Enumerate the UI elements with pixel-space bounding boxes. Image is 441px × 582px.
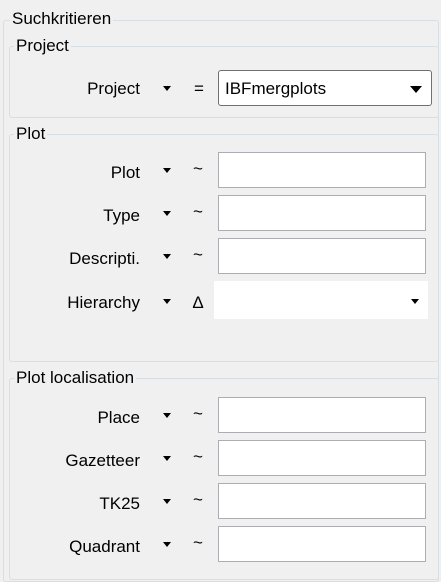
hierarchy-operator: Δ [192, 293, 204, 312]
tk25-input[interactable] [218, 483, 426, 519]
localisation-rows: Place ~ Gazetteer ~ TK25 ~ Quadrant ~ [0, 395, 441, 573]
tk25-operator-dropdown[interactable] [154, 483, 180, 519]
plot-label: Plot [110, 163, 140, 182]
place-input[interactable] [218, 397, 426, 433]
description-operator-dropdown[interactable] [154, 238, 180, 274]
type-row: Type ~ [0, 193, 441, 231]
tk25-operator: ~ [193, 490, 203, 509]
hierarchy-combobox[interactable] [214, 281, 428, 319]
chevron-down-icon [163, 299, 171, 304]
description-row: Descripti. ~ [0, 236, 441, 274]
quadrant-operator-dropdown[interactable] [154, 526, 180, 562]
chevron-down-icon [163, 499, 171, 504]
plot-group-legend: Plot [14, 124, 48, 144]
plot-input[interactable] [218, 152, 426, 188]
plot-rows: Plot ~ Type ~ Descripti. ~ Hierarchy Δ [0, 150, 441, 330]
plot-operator: ~ [193, 159, 203, 178]
search-criteria-title: Suchkritieren [10, 8, 114, 30]
project-select[interactable]: IBFmergplots [218, 70, 432, 106]
type-label-cell: Type [0, 193, 140, 231]
project-label: Project [87, 79, 140, 98]
project-row: Project = IBFmergplots [0, 68, 441, 108]
plot-label-cell: Plot [0, 150, 140, 188]
hierarchy-row: Hierarchy Δ [0, 279, 441, 319]
place-row: Place ~ [0, 395, 441, 433]
project-select-value: IBFmergplots [225, 79, 327, 98]
place-operator-dropdown[interactable] [154, 397, 180, 433]
quadrant-input[interactable] [218, 526, 426, 562]
gazetteer-label-cell: Gazetteer [0, 438, 140, 476]
chevron-down-icon [163, 254, 171, 259]
quadrant-operator: ~ [193, 533, 203, 552]
chevron-down-icon [163, 456, 171, 461]
project-group-legend: Project [14, 36, 71, 56]
description-label: Descripti. [69, 249, 140, 268]
tk25-label: TK25 [99, 494, 140, 513]
description-label-cell: Descripti. [0, 236, 140, 274]
description-operator: ~ [193, 245, 203, 264]
plot-row: Plot ~ [0, 150, 441, 188]
plot-localisation-legend: Plot localisation [14, 368, 137, 388]
hierarchy-label-cell: Hierarchy [0, 279, 140, 319]
tk25-row: TK25 ~ [0, 481, 441, 519]
chevron-down-icon [163, 86, 171, 91]
chevron-down-icon [163, 211, 171, 216]
description-input[interactable] [218, 238, 426, 274]
chevron-down-icon [163, 413, 171, 418]
gazetteer-operator-dropdown[interactable] [154, 440, 180, 476]
gazetteer-input[interactable] [218, 440, 426, 476]
type-label: Type [103, 206, 140, 225]
gazetteer-operator: ~ [193, 447, 203, 466]
project-operator: = [194, 79, 204, 98]
type-input[interactable] [218, 195, 426, 231]
chevron-down-icon [410, 86, 422, 93]
type-operator-dropdown[interactable] [154, 195, 180, 231]
gazetteer-label: Gazetteer [65, 451, 140, 470]
chevron-down-icon [411, 299, 419, 304]
hierarchy-operator-dropdown[interactable] [154, 283, 180, 319]
project-operator-dropdown[interactable] [154, 70, 180, 106]
hierarchy-label: Hierarchy [67, 293, 140, 312]
type-operator: ~ [193, 202, 203, 221]
gazetteer-row: Gazetteer ~ [0, 438, 441, 476]
tk25-label-cell: TK25 [0, 481, 140, 519]
quadrant-label: Quadrant [69, 537, 140, 556]
quadrant-row: Quadrant ~ [0, 524, 441, 562]
quadrant-label-cell: Quadrant [0, 524, 140, 562]
chevron-down-icon [163, 542, 171, 547]
plot-operator-dropdown[interactable] [154, 152, 180, 188]
project-label-cell: Project [0, 68, 140, 108]
place-label-cell: Place [0, 395, 140, 433]
chevron-down-icon [163, 168, 171, 173]
place-operator: ~ [193, 404, 203, 423]
place-label: Place [97, 408, 140, 427]
